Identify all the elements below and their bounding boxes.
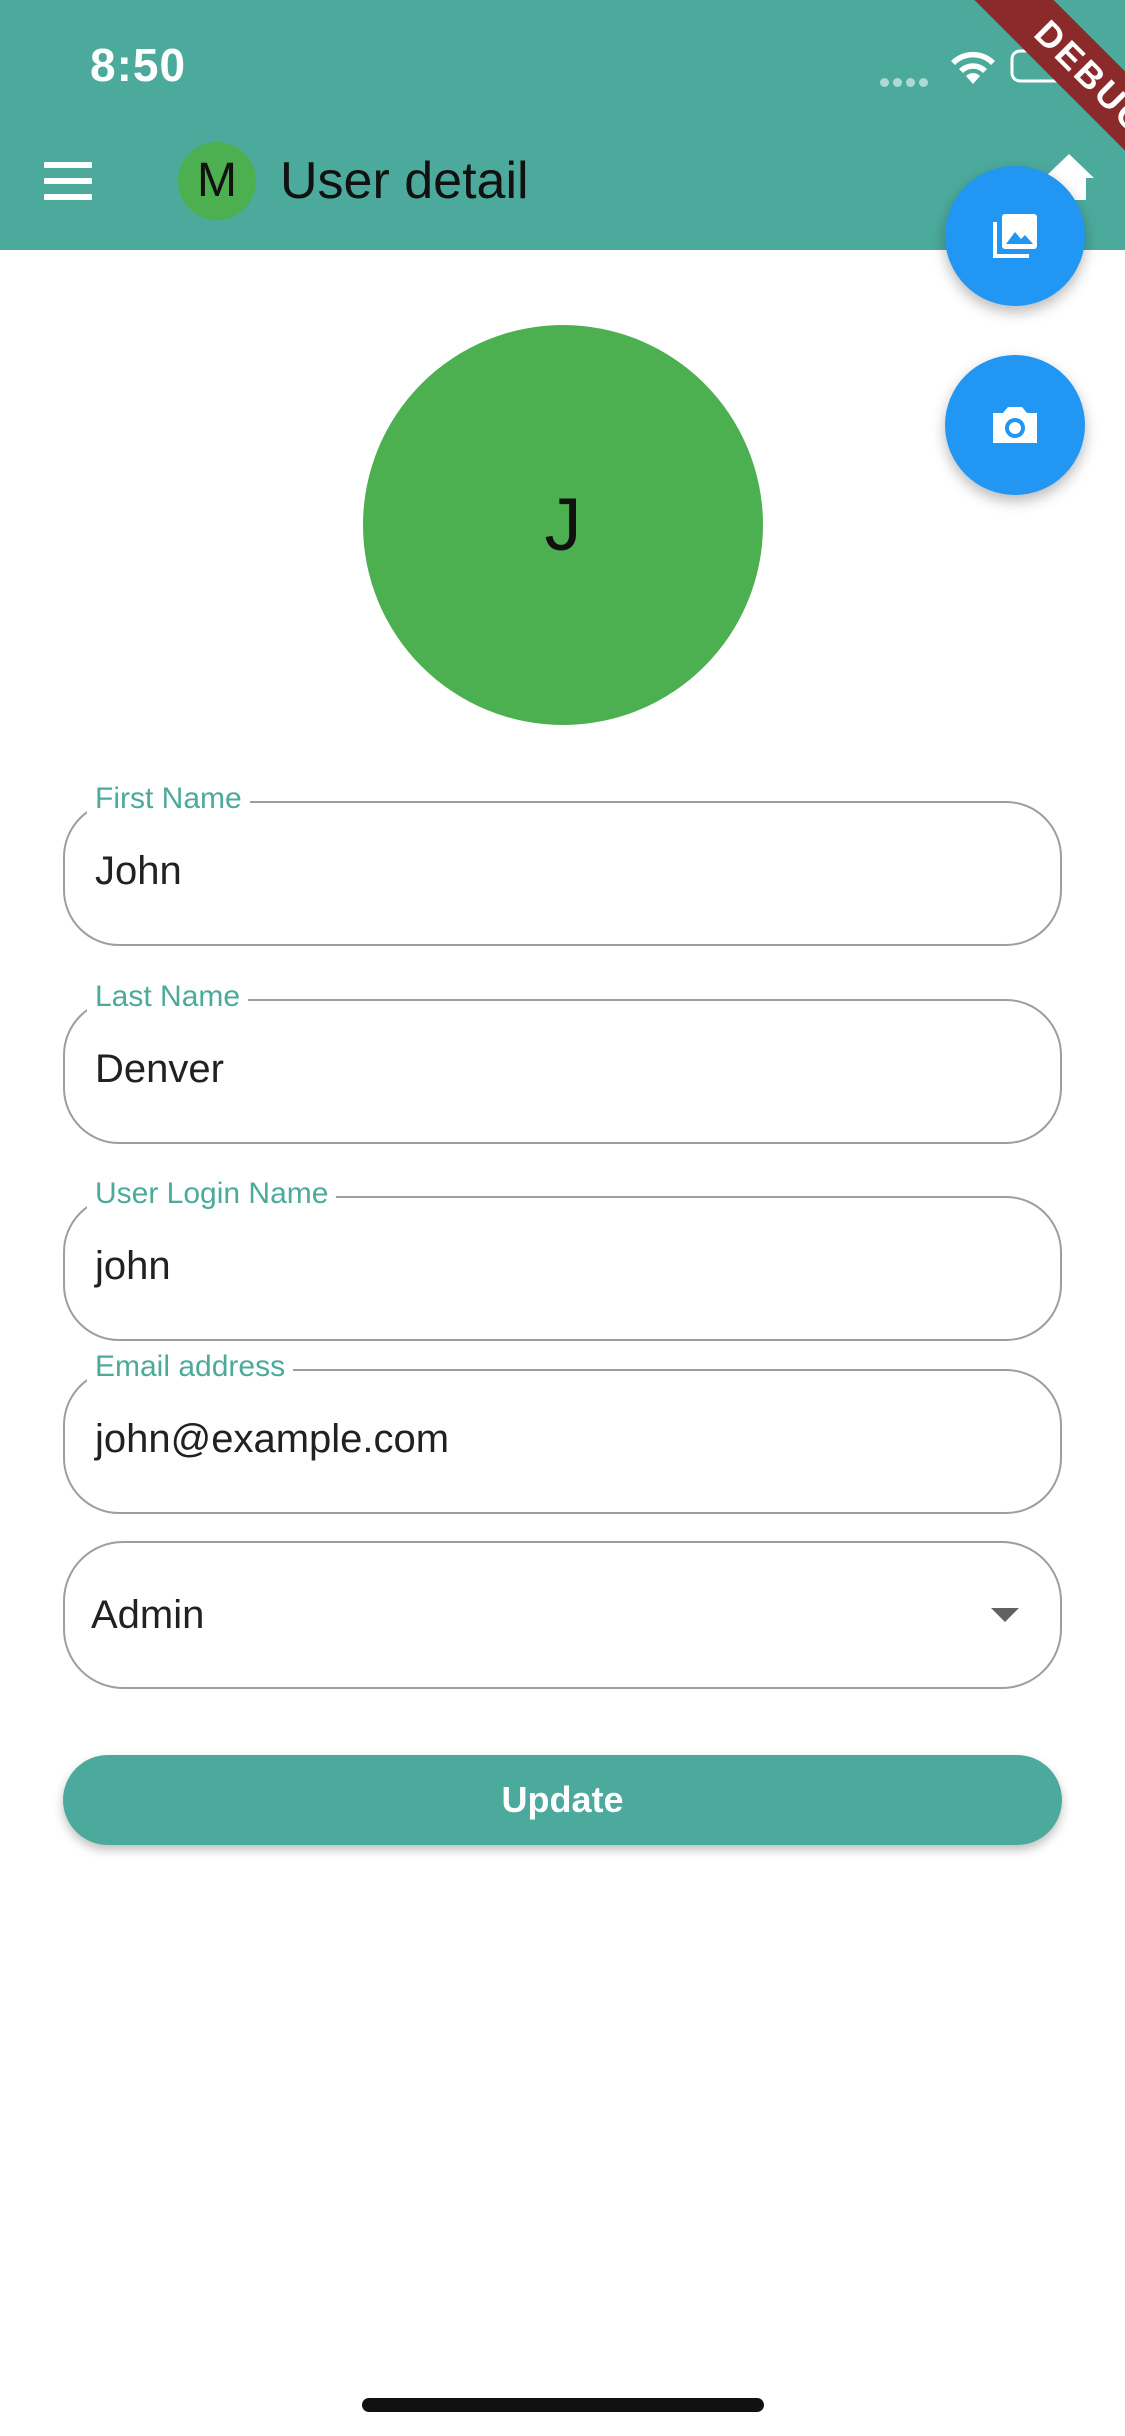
arrow-drop-down-icon[interactable] bbox=[991, 1608, 1019, 1622]
last-name-field[interactable]: Last Name Denver bbox=[63, 977, 1062, 1144]
profile-avatar-initial: J bbox=[544, 483, 582, 566]
gallery-button[interactable] bbox=[945, 166, 1085, 306]
login-name-field[interactable]: User Login Name john bbox=[63, 1174, 1062, 1341]
camera-icon bbox=[993, 407, 1037, 443]
app-bar-avatar[interactable]: M bbox=[178, 142, 256, 220]
role-dropdown[interactable]: Admin bbox=[63, 1541, 1062, 1689]
wifi-icon bbox=[951, 51, 995, 84]
email-label: Email address bbox=[87, 1347, 294, 1387]
email-field[interactable]: Email address john@example.com bbox=[63, 1347, 1062, 1514]
first-name-label: First Name bbox=[87, 779, 250, 819]
last-name-label: Last Name bbox=[87, 977, 249, 1017]
update-button[interactable]: Update bbox=[63, 1755, 1062, 1845]
last-name-value[interactable]: Denver bbox=[95, 1039, 224, 1099]
home-indicator[interactable] bbox=[362, 2398, 764, 2412]
login-name-label: User Login Name bbox=[87, 1174, 337, 1214]
photo-library-icon bbox=[993, 214, 1037, 258]
login-name-value[interactable]: john bbox=[95, 1236, 171, 1296]
camera-button[interactable] bbox=[945, 355, 1085, 495]
menu-icon[interactable] bbox=[44, 162, 96, 202]
email-value[interactable]: john@example.com bbox=[95, 1409, 449, 1469]
profile-avatar[interactable]: J bbox=[363, 325, 763, 725]
page-title: User detail bbox=[280, 152, 529, 210]
user-detail-screen: 8:50 M User detail DEBUG J First Name Jo… bbox=[0, 0, 1125, 2436]
first-name-field[interactable]: First Name John bbox=[63, 779, 1062, 946]
first-name-value[interactable]: John bbox=[95, 841, 182, 901]
cellular-signal-icon bbox=[880, 74, 934, 87]
role-value: Admin bbox=[91, 1593, 205, 1637]
status-time: 8:50 bbox=[90, 39, 187, 91]
